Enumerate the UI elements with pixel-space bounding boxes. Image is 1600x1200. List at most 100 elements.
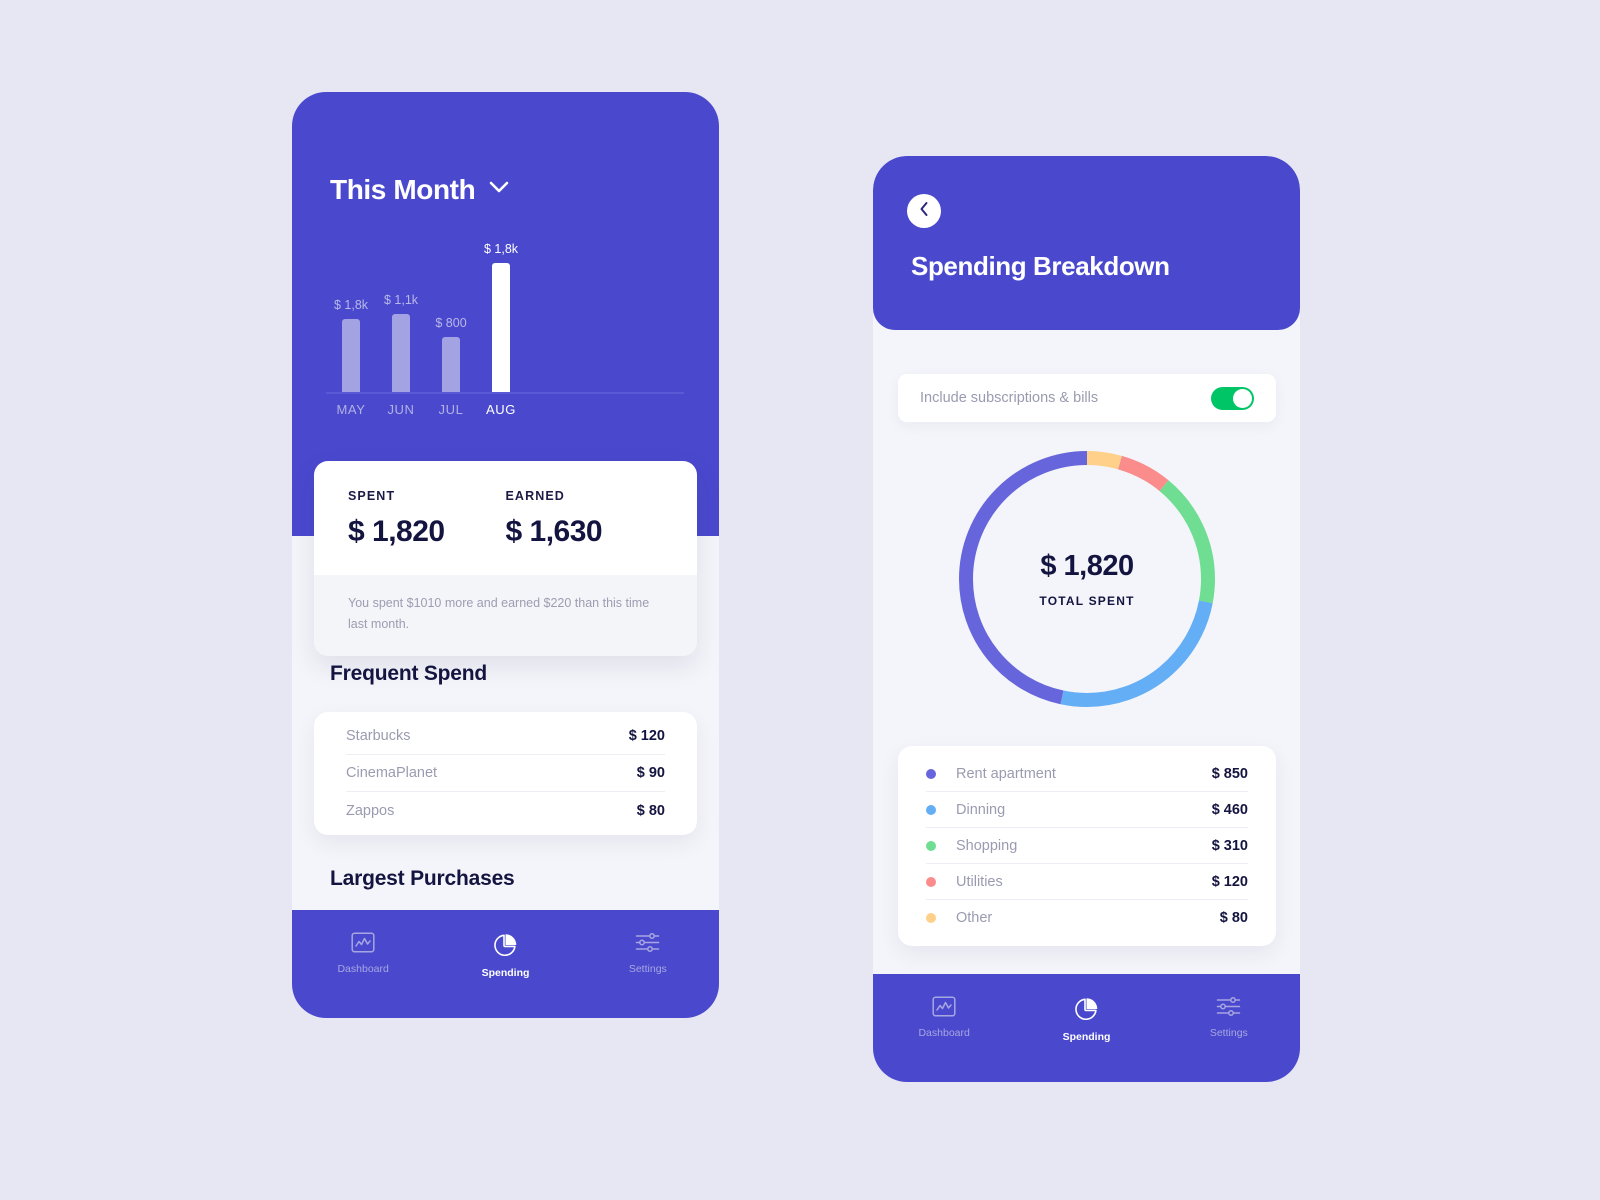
bar-rect-jul (442, 337, 460, 392)
list-item[interactable]: CinemaPlanet $ 90 (346, 755, 665, 792)
legend-amount: $ 850 (1211, 765, 1248, 782)
phone-breakdown-screen: Spending Breakdown Include subscriptions… (873, 156, 1300, 1082)
sliders-icon (1216, 996, 1241, 1017)
legend-row[interactable]: Utilities $ 120 (926, 864, 1248, 900)
bar-label-jul: JUL (438, 402, 464, 417)
legend-dot-dinning (926, 804, 936, 815)
legend-name: Utilities (956, 873, 1003, 890)
legend-dot-rent (926, 768, 936, 779)
chart-baseline (326, 392, 684, 394)
bottom-tabbar: Dashboard Spending Settings (292, 910, 719, 1018)
subscriptions-toggle-row[interactable]: Include subscriptions & bills (898, 374, 1276, 422)
spending-donut-chart: $ 1,820 TOTAL SPENT (959, 451, 1215, 707)
bar-column-jun[interactable]: $ 1,1k (376, 242, 426, 392)
list-item-amount: $ 90 (636, 765, 665, 781)
bar-rect-jun (392, 314, 410, 392)
bar-label-aug: AUG (486, 402, 516, 417)
phone-dashboard-screen: This Month $ 1,8k $ 1,1k $ 800 $ 1,8k MA… (292, 92, 719, 1018)
tab-settings[interactable]: Settings (1158, 996, 1300, 1039)
tab-spending[interactable]: Spending (434, 932, 576, 979)
summary-spent: SPENT $ 1,820 (348, 489, 506, 549)
tab-settings-label: Settings (628, 963, 667, 975)
donut-total-caption: TOTAL SPENT (1039, 594, 1135, 608)
legend-name: Shopping (956, 837, 1018, 854)
legend-amount: $ 80 (1219, 910, 1248, 926)
canvas: This Month $ 1,8k $ 1,1k $ 800 $ 1,8k MA… (0, 0, 1600, 1200)
bar-value-jul: $ 800 (435, 316, 467, 330)
bar-rect-aug (492, 263, 510, 392)
legend-row[interactable]: Other $ 80 (926, 900, 1248, 936)
breakdown-hero (873, 156, 1300, 330)
list-item-name: CinemaPlanet (346, 765, 438, 781)
tab-settings-label: Settings (1209, 1027, 1248, 1039)
toggle-knob (1233, 388, 1252, 408)
summary-spent-value: $ 1,820 (348, 515, 445, 548)
legend-dot-other (926, 913, 936, 923)
donut-total-value: $ 1,820 (1040, 550, 1134, 582)
bar-column-may[interactable]: $ 1,8k (326, 242, 376, 392)
page-title: Spending Breakdown (911, 251, 1170, 281)
bar-column-jul[interactable]: $ 800 (426, 242, 476, 392)
bar-columns: $ 1,8k $ 1,1k $ 800 $ 1,8k (326, 242, 684, 392)
legend-dot-shopping (926, 840, 936, 851)
bar-value-aug: $ 1,8k (483, 242, 519, 256)
legend-name: Dinning (956, 801, 1006, 818)
pie-chart-icon (493, 932, 518, 957)
bar-label-may: MAY (336, 402, 366, 417)
summary-earned-value: $ 1,630 (505, 515, 603, 548)
bottom-tabbar: Dashboard Spending Settings (873, 974, 1300, 1082)
subscriptions-toggle[interactable] (1211, 386, 1254, 410)
chart-square-icon (351, 932, 375, 953)
list-item[interactable]: Starbucks $ 120 (346, 718, 665, 755)
legend-name: Rent apartment (956, 765, 1056, 782)
bar-rect-may (342, 319, 360, 392)
summary-note: You spent $1010 more and earned $220 tha… (314, 575, 697, 657)
legend-row[interactable]: Shopping $ 310 (926, 828, 1248, 864)
summary-earned: EARNED $ 1,630 (506, 489, 664, 549)
legend-row[interactable]: Rent apartment $ 850 (926, 756, 1248, 792)
summary-figures: SPENT $ 1,820 EARNED $ 1,630 (314, 461, 697, 575)
chart-square-icon (932, 996, 956, 1017)
summary-earned-label: EARNED (505, 489, 565, 503)
bar-value-may: $ 1,8k (333, 298, 369, 312)
period-selector[interactable]: This Month (330, 174, 509, 206)
tab-dashboard[interactable]: Dashboard (292, 932, 434, 975)
summary-spent-label: SPENT (348, 489, 396, 503)
tab-dashboard-label: Dashboard (918, 1027, 970, 1039)
frequent-spend-title: Frequent Spend (330, 662, 488, 685)
list-item[interactable]: Zappos $ 80 (346, 792, 665, 829)
largest-purchases-title: Largest Purchases (330, 867, 515, 890)
chevron-down-icon (489, 181, 509, 199)
legend-row[interactable]: Dinning $ 460 (926, 792, 1248, 828)
back-button[interactable] (907, 194, 941, 228)
list-item-amount: $ 120 (628, 728, 665, 744)
tab-spending-label: Spending (481, 967, 530, 979)
legend-dot-utilities (926, 876, 936, 887)
tab-spending[interactable]: Spending (1015, 996, 1157, 1043)
list-item-name: Starbucks (346, 728, 411, 744)
tab-settings[interactable]: Settings (577, 932, 719, 975)
pie-chart-icon (1074, 996, 1099, 1021)
legend-amount: $ 310 (1211, 837, 1248, 854)
tab-dashboard[interactable]: Dashboard (873, 996, 1015, 1039)
list-item-amount: $ 80 (636, 802, 665, 819)
legend-name: Other (956, 910, 993, 926)
sliders-icon (635, 932, 660, 953)
subscriptions-toggle-label: Include subscriptions & bills (920, 390, 1099, 406)
bar-column-aug[interactable]: $ 1,8k (476, 242, 526, 392)
list-item-name: Zappos (346, 802, 395, 819)
frequent-spend-card: Starbucks $ 120 CinemaPlanet $ 90 Zappos… (314, 712, 697, 835)
summary-card: SPENT $ 1,820 EARNED $ 1,630 You spent $… (314, 461, 697, 657)
bar-label-jun: JUN (387, 402, 415, 417)
category-legend-card: Rent apartment $ 850 Dinning $ 460 Shopp… (898, 746, 1276, 946)
monthly-bar-chart: $ 1,8k $ 1,1k $ 800 $ 1,8k MAY JUN JUL A… (326, 242, 684, 432)
legend-amount: $ 460 (1211, 801, 1248, 818)
legend-amount: $ 120 (1211, 873, 1248, 890)
tab-dashboard-label: Dashboard (337, 963, 389, 975)
donut-center-labels: $ 1,820 TOTAL SPENT (959, 451, 1215, 707)
tab-spending-label: Spending (1062, 1031, 1111, 1043)
period-selector-label: This Month (330, 174, 476, 205)
bar-value-jun: $ 1,1k (383, 293, 419, 307)
chevron-left-icon (918, 201, 930, 222)
bar-category-labels: MAY JUN JUL AUG (326, 402, 684, 417)
